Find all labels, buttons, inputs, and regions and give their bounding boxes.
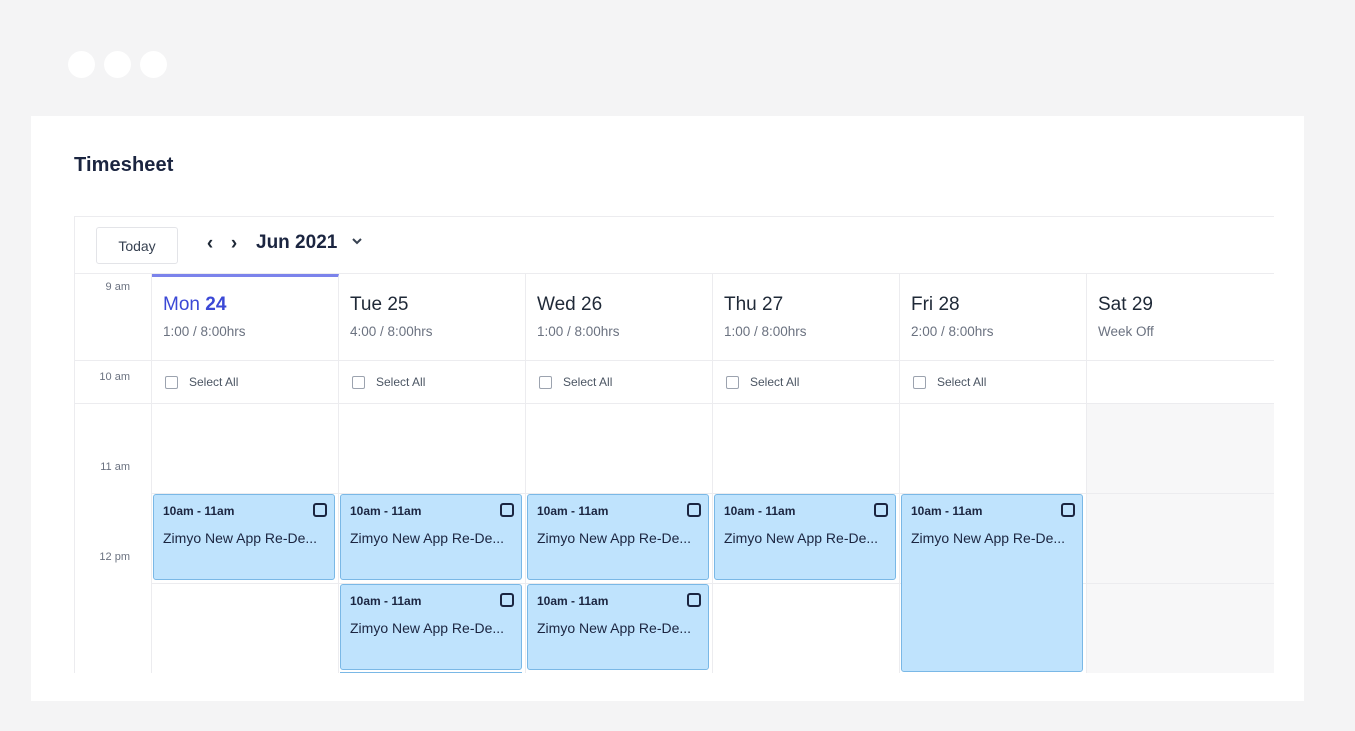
event-checkbox[interactable] xyxy=(313,503,327,517)
select-all-cell: Select All xyxy=(900,361,1087,404)
window-dot-icon xyxy=(68,51,95,78)
time-label: 12 pm xyxy=(99,551,130,563)
select-all-label[interactable]: Select All xyxy=(189,375,238,389)
chevron-down-icon[interactable] xyxy=(351,235,365,253)
event-title: Zimyo New App Re-De... xyxy=(163,530,318,546)
timesheet-event[interactable]: 10am - 11am Zimyo New App Re-De... xyxy=(901,494,1083,672)
event-checkbox[interactable] xyxy=(874,503,888,517)
day-name: Thu 27 xyxy=(724,294,783,316)
month-label: Jun 2021 xyxy=(256,232,338,253)
time-label: 9 am xyxy=(105,281,130,293)
event-title: Zimyo New App Re-De... xyxy=(350,530,505,546)
timesheet-panel: Timesheet Today ‹ › Jun 2021 Mon 24 1:00 … xyxy=(31,116,1304,701)
time-gutter xyxy=(75,404,152,673)
event-peek xyxy=(340,672,522,673)
day-header-wed[interactable]: Wed 26 1:00 / 8:00hrs xyxy=(526,274,713,361)
calendar-toolbar: Today ‹ › Jun 2021 xyxy=(75,217,1274,274)
select-all-label[interactable]: Select All xyxy=(376,375,425,389)
window-dot-icon xyxy=(140,51,167,78)
day-name: Sat 29 xyxy=(1098,294,1153,316)
event-title: Zimyo New App Re-De... xyxy=(537,620,692,636)
select-all-checkbox[interactable] xyxy=(913,376,926,389)
timesheet-event[interactable]: 10am - 11am Zimyo New App Re-De... xyxy=(527,494,709,580)
hour-gridline xyxy=(152,583,1274,584)
window-controls xyxy=(68,51,167,78)
select-all-checkbox[interactable] xyxy=(726,376,739,389)
day-number: 26 xyxy=(581,294,603,315)
event-checkbox[interactable] xyxy=(500,593,514,607)
day-header-sat[interactable]: Sat 29 Week Off xyxy=(1087,274,1274,361)
event-checkbox[interactable] xyxy=(500,503,514,517)
timesheet-event[interactable]: 10am - 11am Zimyo New App Re-De... xyxy=(340,494,522,580)
event-time: 10am - 11am xyxy=(724,504,796,518)
day-hours: 1:00 / 8:00hrs xyxy=(537,324,620,339)
event-time: 10am - 11am xyxy=(350,594,422,608)
day-number: 27 xyxy=(762,294,784,315)
page-title: Timesheet xyxy=(74,154,174,176)
day-number: 29 xyxy=(1131,294,1153,315)
select-all-label[interactable]: Select All xyxy=(750,375,799,389)
select-all-cell: Select All xyxy=(526,361,713,404)
event-time: 10am - 11am xyxy=(537,504,609,518)
chevron-left-icon[interactable]: ‹ xyxy=(201,233,219,255)
select-all-checkbox[interactable] xyxy=(352,376,365,389)
day-number: 25 xyxy=(387,294,409,315)
event-time: 10am - 11am xyxy=(537,594,609,608)
event-title: Zimyo New App Re-De... xyxy=(911,530,1066,546)
day-header-tue[interactable]: Tue 25 4:00 / 8:00hrs xyxy=(339,274,526,361)
event-time: 10am - 11am xyxy=(163,504,235,518)
select-all-cell: Select All xyxy=(152,361,339,404)
chevron-right-icon[interactable]: › xyxy=(225,233,243,255)
select-all-checkbox[interactable] xyxy=(539,376,552,389)
day-hours: 1:00 / 8:00hrs xyxy=(724,324,807,339)
event-checkbox[interactable] xyxy=(687,503,701,517)
day-header-mon[interactable]: Mon 24 1:00 / 8:00hrs xyxy=(152,274,339,361)
day-hours: 4:00 / 8:00hrs xyxy=(350,324,433,339)
select-all-cell: Select All xyxy=(339,361,526,404)
day-column-sat[interactable] xyxy=(1087,404,1274,673)
day-number: 24 xyxy=(205,294,227,315)
window-dot-icon xyxy=(104,51,131,78)
select-all-cell xyxy=(1087,361,1274,404)
event-time: 10am - 11am xyxy=(350,504,422,518)
day-label: Tue xyxy=(350,294,388,315)
day-hours: Week Off xyxy=(1098,324,1154,339)
calendar: Today ‹ › Jun 2021 Mon 24 1:00 / 8:00hrs S… xyxy=(74,216,1274,673)
event-title: Zimyo New App Re-De... xyxy=(350,620,505,636)
select-all-label[interactable]: Select All xyxy=(937,375,986,389)
event-time: 10am - 11am xyxy=(911,504,983,518)
today-button[interactable]: Today xyxy=(96,227,178,264)
day-name: Wed 26 xyxy=(537,294,602,316)
time-label: 11 am xyxy=(100,461,130,473)
day-label: Wed xyxy=(537,294,582,315)
select-all-cell: Select All xyxy=(713,361,900,404)
event-title: Zimyo New App Re-De... xyxy=(537,530,692,546)
day-header-fri[interactable]: Fri 28 2:00 / 8:00hrs xyxy=(900,274,1087,361)
timesheet-event[interactable]: 10am - 11am Zimyo New App Re-De... xyxy=(527,584,709,670)
event-checkbox[interactable] xyxy=(1061,503,1075,517)
day-name: Tue 25 xyxy=(350,294,408,316)
day-label: Fri xyxy=(911,294,939,315)
day-name: Mon 24 xyxy=(163,294,226,316)
day-hours: 1:00 / 8:00hrs xyxy=(163,324,246,339)
select-all-label[interactable]: Select All xyxy=(563,375,612,389)
timesheet-event[interactable]: 10am - 11am Zimyo New App Re-De... xyxy=(340,584,522,670)
day-label: Mon xyxy=(163,294,206,315)
time-label: 10 am xyxy=(99,371,130,383)
day-label: Thu xyxy=(724,294,763,315)
day-number: 28 xyxy=(938,294,960,315)
timesheet-event[interactable]: 10am - 11am Zimyo New App Re-De... xyxy=(714,494,896,580)
day-name: Fri 28 xyxy=(911,294,960,316)
timesheet-event[interactable]: 10am - 11am Zimyo New App Re-De... xyxy=(153,494,335,580)
day-hours: 2:00 / 8:00hrs xyxy=(911,324,994,339)
day-header-thu[interactable]: Thu 27 1:00 / 8:00hrs xyxy=(713,274,900,361)
select-all-checkbox[interactable] xyxy=(165,376,178,389)
event-title: Zimyo New App Re-De... xyxy=(724,530,879,546)
day-label: Sat xyxy=(1098,294,1132,315)
event-checkbox[interactable] xyxy=(687,593,701,607)
